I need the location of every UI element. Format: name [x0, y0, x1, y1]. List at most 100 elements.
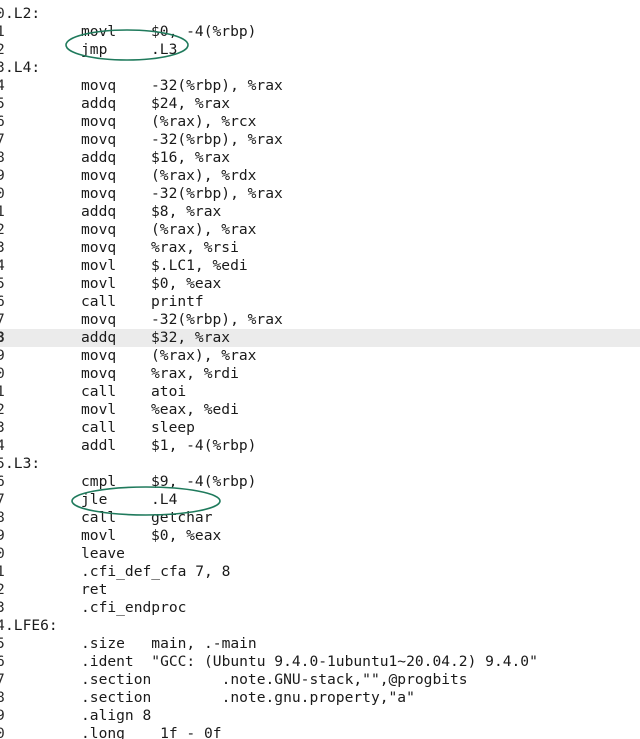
asm-opcode: jle	[81, 491, 108, 508]
asm-instruction: movq (%rax), %rdx	[81, 167, 256, 185]
asm-operands: (%rax), %rax	[151, 347, 257, 364]
code-line[interactable]: 3 .cfi_endproc	[0, 599, 640, 617]
code-line[interactable]: 2 jmp .L3	[0, 41, 640, 59]
code-line[interactable]: 5 movl $0, %eax	[0, 275, 640, 293]
code-line-current[interactable]: 8 addq $32, %rax	[0, 329, 640, 347]
asm-operands: sleep	[151, 419, 195, 436]
code-line[interactable]: 8 .section .note.gnu.property,"a"	[0, 689, 640, 707]
code-line[interactable]: 9 movq (%rax), %rdx	[0, 167, 640, 185]
asm-operands: $0, %eax	[151, 275, 222, 292]
asm-directive: .cfi_endproc	[81, 599, 187, 616]
code-line[interactable]: 3 .L4:	[0, 59, 640, 77]
asm-operands: (%rax), %rax	[151, 221, 257, 238]
code-lines: 9callatoi0.L2:1movl$0, -4(%rbp)2jmp.L33.…	[0, 0, 640, 739]
asm-opcode: addq	[81, 329, 117, 346]
line-number: 9	[0, 167, 5, 184]
line-number: 0	[0, 185, 5, 202]
asm-operands: getchar	[151, 509, 213, 526]
line-number: 6	[0, 113, 5, 130]
line-number: 4	[0, 77, 5, 94]
asm-instruction: movl $0, %eax	[81, 527, 221, 545]
code-line[interactable]: 4 movq -32(%rbp), %rax	[0, 77, 640, 95]
code-line[interactable]: 9 movl $0, %eax	[0, 527, 640, 545]
code-line[interactable]: 1 movl $0, -4(%rbp)	[0, 23, 640, 41]
asm-instruction: addq $8, %rax	[81, 203, 221, 221]
line-number: 9	[0, 527, 5, 544]
line-number: 9	[0, 347, 5, 364]
code-line[interactable]: 3 movq %rax, %rsi	[0, 239, 640, 257]
code-line[interactable]: 9 .align 8	[0, 707, 640, 725]
code-line[interactable]: 6 call printf	[0, 293, 640, 311]
code-line[interactable]: 5 .size main, .-main	[0, 635, 640, 653]
asm-opcode: movl	[81, 527, 117, 544]
code-line[interactable]: 6 movq (%rax), %rcx	[0, 113, 640, 131]
code-line[interactable]: 0 leave	[0, 545, 640, 563]
asm-operands: atoi	[151, 0, 186, 4]
code-line[interactable]: 0 .L2:	[0, 5, 640, 23]
line-number: 0	[0, 725, 5, 739]
code-line[interactable]: 3 call sleep	[0, 419, 640, 437]
line-number: 4	[0, 257, 5, 274]
line-number: 2	[0, 581, 5, 598]
asm-operands: .L4	[151, 491, 178, 508]
code-line[interactable]: 8 call getchar	[0, 509, 640, 527]
code-line[interactable]: 5 addq $24, %rax	[0, 95, 640, 113]
code-line[interactable]: 1 call atoi	[0, 383, 640, 401]
code-line[interactable]: 6 .ident "GCC: (Ubuntu 9.4.0-1ubuntu1~20.…	[0, 653, 640, 671]
line-number: 3	[0, 419, 5, 436]
asm-label: .L2:	[5, 5, 41, 22]
asm-operands: $0, -4(%rbp)	[151, 23, 257, 40]
asm-directive: ret	[81, 581, 108, 598]
asm-instruction: movq -32(%rbp), %rax	[81, 311, 283, 329]
code-line[interactable]: 2 ret	[0, 581, 640, 599]
line-number: 6	[0, 653, 5, 670]
code-line[interactable]: 7 movq -32(%rbp), %rax	[0, 131, 640, 149]
code-line[interactable]: 2 movq (%rax), %rax	[0, 221, 640, 239]
code-line[interactable]: 7 jle .L4	[0, 491, 640, 509]
line-number: 2	[0, 401, 5, 418]
line-number: 7	[0, 671, 5, 688]
line-number: 5	[0, 95, 5, 112]
asm-directive: .align 8	[81, 707, 152, 724]
line-number: 3	[0, 239, 5, 256]
asm-operands: %rax, %rsi	[151, 239, 239, 256]
code-line[interactable]: 2 movl %eax, %edi	[0, 401, 640, 419]
code-line[interactable]: 9 movq (%rax), %rax	[0, 347, 640, 365]
asm-operands: -32(%rbp), %rax	[151, 131, 283, 148]
asm-operands: $32, %rax	[151, 329, 231, 346]
line-number: 1	[0, 23, 5, 40]
asm-opcode: movq	[81, 131, 117, 148]
asm-operands: $0, %eax	[151, 527, 222, 544]
code-editor[interactable]: 9callatoi0.L2:1movl$0, -4(%rbp)2jmp.L33.…	[0, 0, 640, 739]
code-line[interactable]: 7 .section .note.GNU-stack,"",@progbits	[0, 671, 640, 689]
asm-opcode: addq	[81, 203, 117, 220]
asm-operands: -32(%rbp), %rax	[151, 185, 283, 202]
asm-instruction: addq $24, %rax	[81, 95, 230, 113]
asm-operands: $16, %rax	[151, 149, 231, 166]
asm-operands: $9, -4(%rbp)	[151, 473, 257, 490]
asm-operands: $1, -4(%rbp)	[151, 437, 257, 454]
asm-opcode: movl	[81, 257, 117, 274]
code-line[interactable]: 6 cmpl $9, -4(%rbp)	[0, 473, 640, 491]
asm-opcode: movq	[81, 221, 117, 238]
code-line[interactable]: 0 movq %rax, %rdi	[0, 365, 640, 383]
code-line[interactable]: 0 .long 1f - 0f	[0, 725, 640, 739]
code-line[interactable]: 4 movl $.LC1, %edi	[0, 257, 640, 275]
asm-directive: .section .note.gnu.property,"a"	[81, 689, 415, 706]
asm-operands: $8, %rax	[151, 203, 222, 220]
asm-instruction: call sleep	[81, 419, 195, 437]
code-line[interactable]: 1 .cfi_def_cfa 7, 8	[0, 563, 640, 581]
asm-instruction: jle .L4	[81, 491, 177, 509]
asm-instruction: cmpl $9, -4(%rbp)	[81, 473, 256, 491]
code-line[interactable]: 4 addl $1, -4(%rbp)	[0, 437, 640, 455]
code-line[interactable]: 7 movq -32(%rbp), %rax	[0, 311, 640, 329]
code-line[interactable]: 1 addq $8, %rax	[0, 203, 640, 221]
code-line[interactable]: 5 .L3:	[0, 455, 640, 473]
asm-instruction: movq (%rax), %rax	[81, 221, 256, 239]
code-line[interactable]: 0 movq -32(%rbp), %rax	[0, 185, 640, 203]
code-line[interactable]: 4 .LFE6:	[0, 617, 640, 635]
asm-operands: $.LC1, %edi	[151, 257, 248, 274]
line-number: 7	[0, 491, 5, 508]
code-line[interactable]: 8 addq $16, %rax	[0, 149, 640, 167]
asm-opcode: movq	[81, 77, 117, 94]
